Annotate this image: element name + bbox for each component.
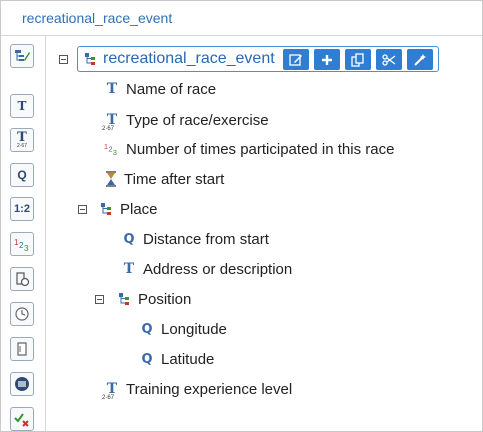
text-field-button[interactable]: T	[10, 94, 34, 118]
cluster-icon	[119, 293, 129, 305]
document-icon	[17, 342, 27, 356]
plus-icon	[322, 54, 332, 65]
magic-wand-icon	[414, 53, 426, 66]
magic-button[interactable]	[407, 49, 433, 70]
add-button[interactable]	[314, 49, 340, 70]
text-icon: T	[123, 261, 135, 277]
tree-node-latitude[interactable]: Q Latitude	[139, 348, 214, 370]
tree-node-label: Time after start	[124, 170, 225, 188]
quantity-icon: Q	[17, 168, 27, 182]
text-icon: T	[17, 99, 27, 113]
quantity-icon: Q	[141, 351, 153, 367]
count-icon: 1 2 3	[104, 143, 117, 157]
coded-text-icon: T 2·67	[102, 112, 118, 132]
window-title: recreational_race_event	[22, 10, 173, 26]
hourglass-icon	[106, 171, 116, 187]
text-number-field-button[interactable]: T 2·67	[10, 128, 34, 152]
quantity-icon: Q	[141, 321, 153, 337]
edit-tree-icon	[15, 50, 30, 61]
code-digits: 2·67	[16, 143, 27, 149]
svg-text:3: 3	[113, 149, 117, 157]
place-collapse-toggle[interactable]	[78, 205, 87, 214]
cut-button[interactable]	[376, 49, 402, 70]
text-icon: T	[106, 81, 118, 97]
root-collapse-toggle[interactable]	[59, 55, 68, 64]
quantity-field-button[interactable]: Q	[10, 163, 34, 187]
tree-node-position[interactable]: Position	[118, 288, 191, 310]
tree-node-name-of-race[interactable]: T Name of race	[104, 78, 216, 100]
title-bar: recreational_race_event	[1, 1, 482, 36]
list-field-button[interactable]	[10, 372, 34, 396]
svg-text:1: 1	[104, 143, 108, 151]
coded-text-icon: T 2·67	[102, 381, 118, 401]
tree-node-training-level[interactable]: T 2·67 Training experience level	[102, 378, 293, 402]
tree-node-label: Type of race/exercise	[126, 111, 269, 129]
root-node[interactable]: recreational_race_event	[77, 46, 439, 72]
tree-node-place[interactable]: Place	[100, 198, 158, 220]
cluster-icon	[85, 53, 95, 65]
tree-node-time-after-start[interactable]: Time after start	[104, 168, 224, 190]
tree-node-type-of-race[interactable]: T 2·67 Type of race/exercise	[102, 109, 269, 133]
boolean-field-button[interactable]	[10, 407, 34, 431]
tree-node-address[interactable]: T Address or description	[121, 258, 292, 280]
tree-node-label: Place	[120, 200, 158, 218]
ratio-icon: 1:2	[14, 202, 30, 215]
scissors-icon	[382, 53, 396, 66]
tree-node-label: Longitude	[161, 320, 227, 338]
copy-icon	[351, 52, 364, 67]
tree-node-label: Number of times participated in this rac…	[126, 140, 395, 158]
duration-icon	[16, 272, 30, 287]
list-icon	[15, 377, 29, 391]
cluster-icon	[101, 203, 111, 215]
position-collapse-toggle[interactable]	[95, 295, 104, 304]
quantity-icon: Q	[123, 231, 135, 247]
tree-node-longitude[interactable]: Q Longitude	[139, 318, 227, 340]
left-toolbar: T T 2·67 Q 1:2 1 2 3	[1, 36, 46, 431]
svg-text:3: 3	[24, 244, 29, 252]
check-cross-icon	[14, 413, 29, 427]
tree-node-label: Latitude	[161, 350, 215, 368]
count-field-button[interactable]: 1 2 3	[10, 232, 34, 256]
tree-node-label: Training experience level	[126, 380, 293, 398]
tree-node-label: Name of race	[126, 80, 217, 98]
edit-button[interactable]	[283, 49, 309, 70]
ratio-field-button[interactable]: 1:2	[10, 197, 34, 221]
editor-frame: recreational_race_event T T 2·67 Q 1:2 1…	[0, 0, 483, 432]
copy-button[interactable]	[345, 49, 371, 70]
edit-tree-button[interactable]	[10, 44, 34, 68]
tree-node-label: Distance from start	[143, 230, 269, 248]
edit-icon	[289, 53, 302, 66]
tree-node-label: Address or description	[143, 260, 293, 278]
tree-node-times-participated[interactable]: 1 2 3 Number of times participated in th…	[104, 138, 394, 160]
time-field-button[interactable]	[10, 302, 34, 326]
clock-icon	[15, 307, 29, 321]
tree-node-label: Position	[138, 290, 192, 308]
root-node-label: recreational_race_event	[103, 50, 275, 67]
svg-text:2: 2	[108, 146, 112, 154]
tree-node-distance-from-start[interactable]: Q Distance from start	[121, 228, 269, 250]
duration-field-button[interactable]	[10, 267, 34, 291]
document-field-button[interactable]	[10, 337, 34, 361]
count-icon: 1 2 3	[14, 238, 29, 252]
